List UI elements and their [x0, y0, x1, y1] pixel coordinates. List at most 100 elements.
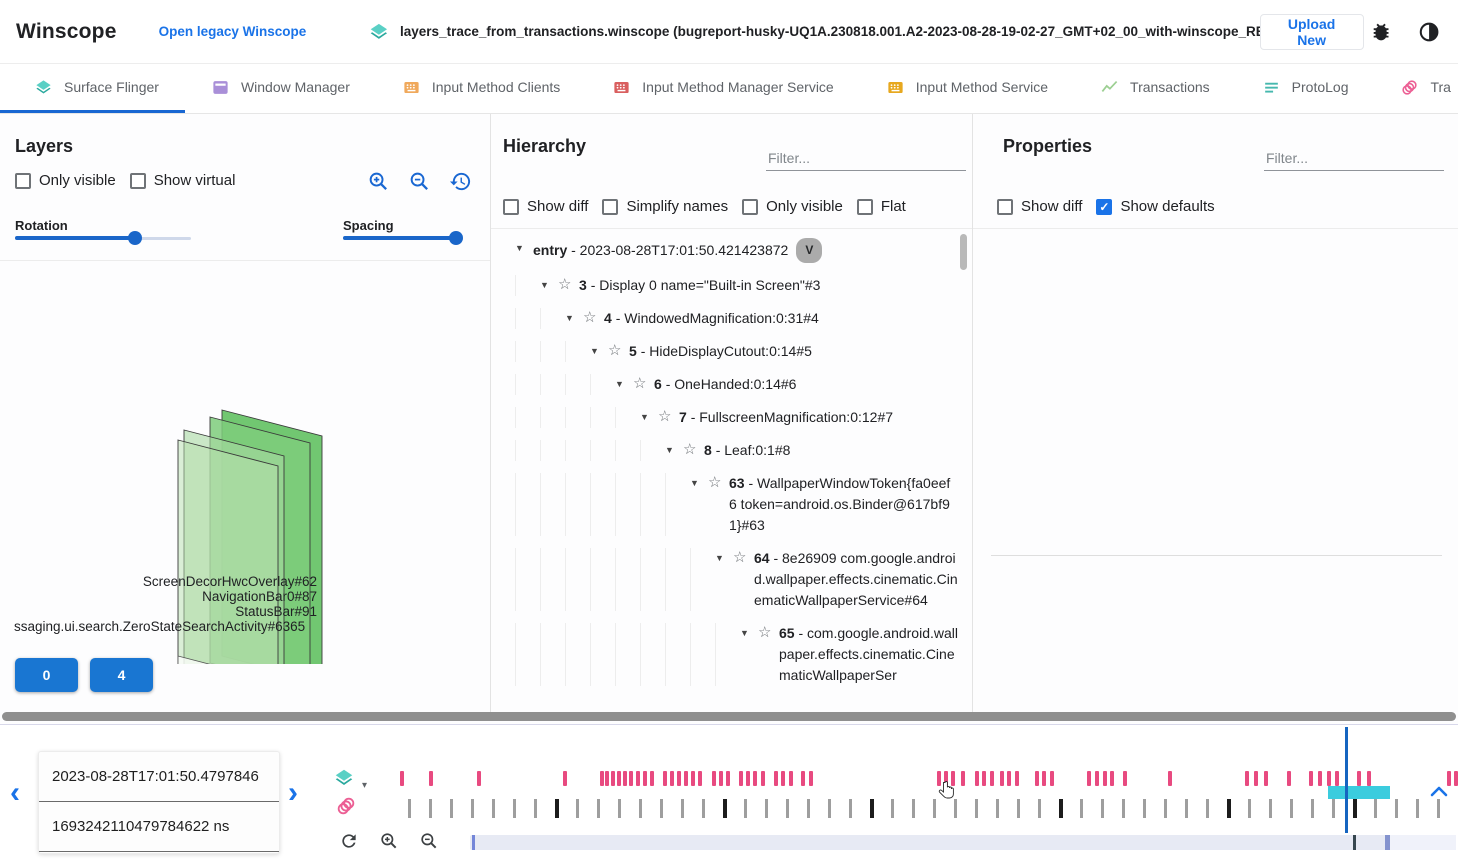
open-legacy-link[interactable]: Open legacy Winscope: [159, 24, 307, 39]
human-time-input[interactable]: [39, 752, 279, 802]
frame-tick[interactable]: [807, 799, 810, 818]
transition-event-tick[interactable]: [944, 771, 948, 786]
zoom-in-icon[interactable]: [367, 170, 390, 193]
collapse-timeline-icon[interactable]: [1428, 783, 1450, 799]
transition-event-tick[interactable]: [1123, 771, 1127, 786]
transition-event-tick[interactable]: [670, 771, 674, 786]
transition-event-tick[interactable]: [961, 771, 965, 786]
transition-event-tick[interactable]: [684, 771, 688, 786]
frame-tick[interactable]: [597, 799, 600, 818]
overview-end-marker[interactable]: [1385, 835, 1390, 850]
pin-star-icon[interactable]: ☆: [683, 440, 704, 460]
rotation-slider[interactable]: [15, 231, 140, 245]
frame-tick[interactable]: [891, 799, 894, 818]
frame-tick[interactable]: [534, 799, 537, 818]
frame-tick[interactable]: [912, 799, 915, 818]
pin-star-icon[interactable]: ☆: [758, 623, 779, 643]
transition-event-tick[interactable]: [739, 771, 743, 786]
transition-event-tick[interactable]: [477, 771, 481, 786]
expand-caret-icon[interactable]: ▼: [690, 473, 708, 488]
tree-node-6[interactable]: ▼☆6 - OneHanded:0:14#6: [491, 368, 958, 401]
pin-star-icon[interactable]: ☆: [733, 548, 754, 568]
bug-report-icon[interactable]: [1370, 20, 1392, 44]
tab-tra[interactable]: Tra: [1374, 64, 1458, 113]
transition-event-tick[interactable]: [1264, 771, 1268, 786]
transition-event-tick[interactable]: [563, 771, 567, 786]
frame-tick[interactable]: [1080, 799, 1083, 818]
transition-event-tick[interactable]: [789, 771, 793, 786]
expand-caret-icon[interactable]: ▼: [665, 440, 683, 455]
transition-event-tick[interactable]: [1015, 771, 1019, 786]
frame-tick[interactable]: [429, 799, 432, 818]
timeline-overview-slider[interactable]: [470, 835, 1456, 850]
transition-event-tick[interactable]: [809, 771, 813, 786]
transitions-trace-icon[interactable]: [335, 795, 357, 817]
frame-tick[interactable]: [1185, 799, 1188, 818]
transition-event-tick[interactable]: [712, 771, 716, 786]
frame-tick[interactable]: [828, 799, 831, 818]
frame-tick[interactable]: [870, 799, 874, 818]
expand-caret-icon[interactable]: ▼: [615, 374, 633, 389]
transition-event-tick[interactable]: [663, 771, 667, 786]
frame-tick[interactable]: [1227, 799, 1231, 818]
transition-event-tick[interactable]: [1309, 771, 1313, 786]
tree-node-entry[interactable]: ▼entry - 2023-08-28T17:01:50.421423872V: [491, 232, 958, 269]
transition-event-tick[interactable]: [937, 771, 941, 786]
transition-event-tick[interactable]: [781, 771, 785, 786]
frame-tick[interactable]: [639, 799, 642, 818]
frame-tick[interactable]: [1206, 799, 1209, 818]
frame-tick[interactable]: [1143, 799, 1146, 818]
frame-tick[interactable]: [471, 799, 474, 818]
frame-tick[interactable]: [618, 799, 621, 818]
transition-event-tick[interactable]: [1335, 771, 1339, 786]
checkbox-only-visible[interactable]: Only visible: [15, 172, 116, 189]
tab-input-method-service[interactable]: Input Method Service: [860, 64, 1074, 113]
checkbox-show-defaults[interactable]: ✓Show defaults: [1096, 198, 1214, 215]
horizontal-scrollbar[interactable]: [2, 712, 1456, 721]
frame-tick[interactable]: [1122, 799, 1125, 818]
checkbox-box[interactable]: [503, 199, 519, 215]
surface-flinger-trace-icon[interactable]: [333, 767, 355, 789]
frame-tick[interactable]: [975, 799, 978, 818]
transition-event-tick[interactable]: [1050, 771, 1054, 786]
frame-tick[interactable]: [744, 799, 747, 818]
transition-event-tick[interactable]: [753, 771, 757, 786]
transition-event-tick[interactable]: [600, 771, 604, 786]
checkbox-show-diff[interactable]: Show diff: [997, 198, 1082, 215]
transition-event-tick[interactable]: [691, 771, 695, 786]
transition-event-tick[interactable]: [726, 771, 730, 786]
tree-node-3[interactable]: ▼☆3 - Display 0 name="Built-in Screen"#3: [491, 269, 958, 302]
tab-surface-flinger[interactable]: Surface Flinger: [0, 64, 185, 113]
frame-tick[interactable]: [1332, 799, 1335, 818]
hierarchy-scrollbar[interactable]: [960, 234, 967, 708]
transition-event-tick[interactable]: [774, 771, 778, 786]
prev-entry-button[interactable]: ‹: [10, 783, 20, 803]
frame-tick[interactable]: [933, 799, 936, 818]
pin-star-icon[interactable]: ☆: [633, 374, 654, 394]
checkbox-box[interactable]: [130, 173, 146, 189]
transition-event-tick[interactable]: [1254, 771, 1258, 786]
zoom-out-icon[interactable]: [408, 170, 431, 193]
expand-caret-icon[interactable]: ▼: [565, 308, 583, 323]
tab-input-method-manager-service[interactable]: Input Method Manager Service: [586, 64, 859, 113]
checkbox-show-diff[interactable]: Show diff: [503, 198, 588, 215]
transition-event-tick[interactable]: [1035, 771, 1039, 786]
transition-event-tick[interactable]: [1103, 771, 1107, 786]
frame-tick[interactable]: [1416, 799, 1419, 818]
expand-caret-icon[interactable]: ▼: [590, 341, 608, 356]
expand-caret-icon[interactable]: ▼: [640, 407, 658, 422]
transition-event-tick[interactable]: [636, 771, 640, 786]
transition-event-tick[interactable]: [1454, 771, 1458, 786]
reset-view-icon[interactable]: [449, 170, 472, 193]
tree-node-7[interactable]: ▼☆7 - FullscreenMagnification:0:12#7: [491, 401, 958, 434]
checkbox-box[interactable]: [742, 199, 758, 215]
transition-event-tick[interactable]: [1087, 771, 1091, 786]
frame-tick[interactable]: [1248, 799, 1251, 818]
checkbox-box[interactable]: [602, 199, 618, 215]
frame-tick[interactable]: [408, 799, 411, 818]
frame-tick[interactable]: [954, 799, 957, 818]
trace-dropdown-caret[interactable]: ▾: [362, 780, 367, 791]
frame-tick[interactable]: [1059, 799, 1063, 818]
tab-input-method-clients[interactable]: Input Method Clients: [376, 64, 586, 113]
tree-node-5[interactable]: ▼☆5 - HideDisplayCutout:0:14#5: [491, 335, 958, 368]
